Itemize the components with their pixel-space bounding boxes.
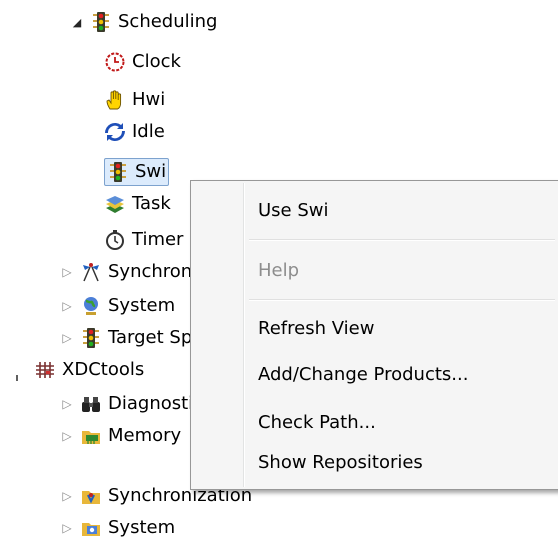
context-menu: Use Swi Help Refresh View Add/Change Pro… (190, 180, 558, 490)
tree-item-label: Clock (132, 51, 181, 72)
binoculars-icon (80, 393, 102, 415)
collapsed-triangle-icon[interactable]: ▷ (60, 429, 74, 443)
memory-chip-icon (80, 425, 102, 447)
menu-item-use-swi[interactable]: Use Swi (258, 195, 551, 227)
tree-item-xdctools[interactable]: XDCtools (34, 354, 144, 386)
grid-icon (34, 359, 56, 381)
tree-item-label: Scheduling (118, 11, 218, 32)
traffic-light-icon (90, 11, 112, 33)
expanded-triangle-icon[interactable]: ◢ (70, 16, 84, 29)
clock-icon (104, 51, 126, 73)
stack-icon (104, 193, 126, 215)
tree-item-label: Timer (132, 229, 184, 250)
tree-item-label: Idle (132, 121, 165, 142)
menu-item-refresh-view[interactable]: Refresh View (258, 313, 551, 345)
system-folder-icon (80, 517, 102, 539)
tree-item-label: Hwi (132, 89, 166, 110)
collapsed-triangle-icon[interactable]: ▷ (60, 489, 74, 503)
tree-item-scheduling[interactable]: ◢ Scheduling (70, 6, 217, 38)
menu-item-check-path[interactable]: Check Path... (258, 407, 551, 439)
tree-item-system[interactable]: ▷ System (60, 290, 175, 322)
collapsed-triangle-icon[interactable]: ▷ (60, 299, 74, 313)
tree-item-idle[interactable]: Idle (104, 116, 165, 148)
tree-item-memory[interactable]: ▷ Memory (60, 420, 181, 452)
tree-item-selection: Swi (104, 158, 170, 186)
tree-item-system-2[interactable]: ▷ System (60, 512, 175, 544)
collapsed-triangle-icon[interactable]: ▷ (60, 397, 74, 411)
menu-separator (249, 299, 555, 301)
menu-item-help: Help (258, 260, 300, 281)
menu-separator (249, 239, 555, 241)
tree-connector (16, 375, 18, 381)
collapsed-triangle-icon[interactable]: ▷ (60, 521, 74, 535)
tree-item-label: XDCtools (62, 359, 145, 380)
globe-icon (80, 295, 102, 317)
traffic-light-icon (107, 161, 129, 183)
flags-icon (80, 261, 102, 283)
traffic-light-icon (80, 327, 102, 349)
cycle-arrows-icon (104, 121, 126, 143)
hand-icon (104, 89, 126, 111)
menu-item-show-repositories[interactable]: Show Repositories (258, 447, 551, 479)
menu-item-add-change-products[interactable]: Add/Change Products... (258, 359, 551, 391)
tree-item-label: Swi (135, 161, 167, 182)
tree-item-label: Memory (108, 425, 182, 446)
tree-item-task[interactable]: Task (104, 188, 171, 220)
stopwatch-icon (104, 229, 126, 251)
collapsed-triangle-icon[interactable]: ▷ (60, 265, 74, 279)
tree-item-timer[interactable]: Timer (104, 224, 183, 256)
tree-item-swi[interactable]: Swi (104, 156, 170, 188)
tree-item-label: System (108, 295, 176, 316)
tree-item-hwi[interactable]: Hwi (104, 84, 165, 116)
collapsed-triangle-icon[interactable]: ▷ (60, 331, 74, 345)
tree-item-label: System (108, 517, 176, 538)
sync-folder-icon (80, 485, 102, 507)
tree-item-label: Task (132, 193, 171, 214)
tree-item-clock[interactable]: Clock (104, 46, 181, 78)
